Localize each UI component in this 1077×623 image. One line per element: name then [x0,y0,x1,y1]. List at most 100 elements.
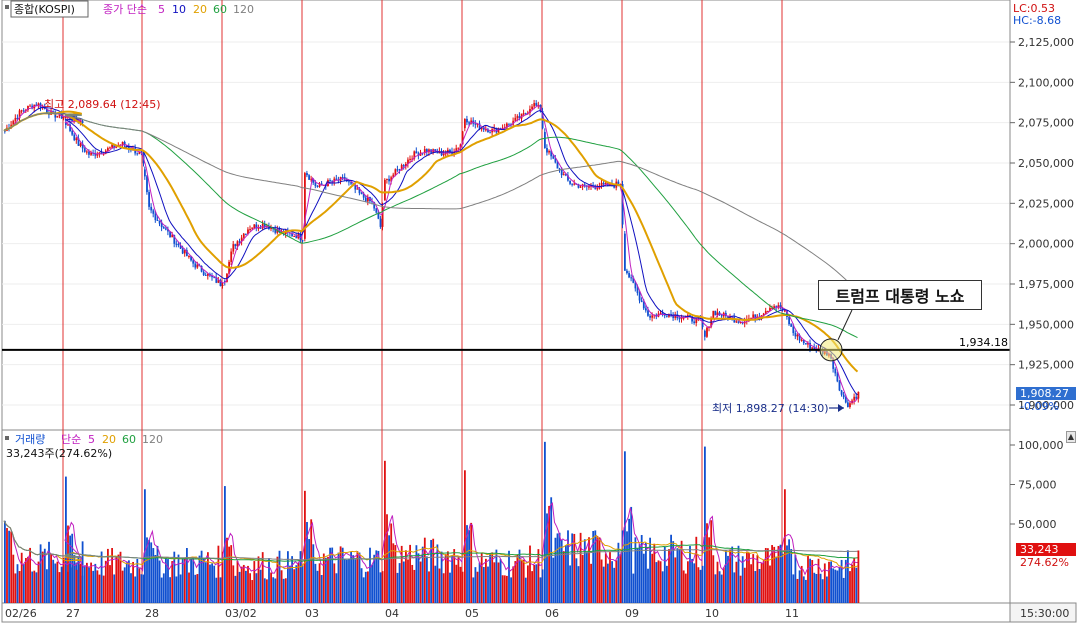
volume-bar [333,563,336,603]
candle-body [558,168,561,170]
volume-bar [847,550,849,603]
volume-bar [480,552,483,603]
candle-body [409,158,411,160]
candle-body [508,123,510,125]
volume-bar [158,560,161,603]
time-axis-label: 03/02 [225,607,257,620]
volume-bar [805,579,807,603]
volume-bar [615,560,618,603]
volume-bar [268,558,270,603]
volume-bar [735,561,738,603]
volume-bar [98,574,101,603]
volume-bar [821,579,824,603]
candle-body [735,321,738,323]
legend-marker-icon [5,5,9,9]
volume-bar [701,565,704,603]
price-axis: 2,125,000 2,100,000 2,075,000 2,050,000 2,02… [1009,0,1074,603]
volume-bar [663,546,666,603]
time-axis-label: 09 [625,607,639,620]
volume-bar [438,568,441,603]
volume-bar [293,569,296,603]
volume-bar [194,574,197,603]
volume-bar [684,573,687,603]
candle-body [588,186,590,188]
volume-bar [691,558,693,603]
volume-bar [533,564,536,603]
legend-volume-marker-icon [5,436,9,440]
candle-body [29,105,31,107]
volume-bar [531,571,533,603]
volume-bar [592,530,595,603]
candle-body [196,264,199,268]
candle-body [242,233,245,238]
volume-bar [136,558,139,603]
volume-bar [362,577,365,603]
volume-bar [501,575,504,603]
volume-bar [115,557,118,603]
candle-body [188,256,190,258]
volume-bar [325,557,327,603]
candle-body [556,162,559,169]
legend-volume-label: 단순 [61,433,81,446]
volume-bar [71,533,74,603]
volume-bar [358,552,361,603]
candle-body [22,110,25,112]
volume-bar [834,569,837,603]
time-axis-label: 10 [705,607,719,620]
volume-bar [35,572,38,603]
volume-bar [464,470,466,603]
volume-bar [253,561,256,603]
volume-bar [16,564,19,603]
candle-body [464,118,466,129]
volume-bar [318,563,321,603]
candle-body [857,391,860,399]
hc-label: HC:-8.68 [1013,14,1061,27]
volume-bar [798,570,801,603]
high-annotation: 최고 2,089.64 (12:45) [44,98,161,111]
volume-bar [148,539,150,603]
volume-bar [802,576,805,603]
volume-bar [90,562,92,603]
legend-price-ma120: 120 [233,3,254,16]
volume-bar [676,548,679,603]
volume-bar [682,570,685,603]
candle-body [37,103,40,106]
volume-bar [790,549,793,603]
volume-bar [461,571,464,603]
candle-body [415,151,418,154]
volume-bar [716,561,719,603]
candle-body [693,321,696,323]
volume-bar [693,563,696,603]
panel-scroll-up-button[interactable]: ▲ [1066,431,1076,443]
candle-body [784,310,786,312]
candle-body [800,339,803,341]
candle-body [838,381,841,391]
volume-bar [611,561,613,603]
volume-bar [417,553,420,603]
volume-bar [750,564,752,603]
candle-body [853,396,856,401]
candle-body [64,116,67,118]
volume-bar [598,537,601,603]
volume-bar [96,570,99,603]
volume-bar [657,560,660,603]
volume-bar [575,558,578,603]
volume-bar [392,543,395,603]
volume-bar [794,555,797,603]
candle-body [737,321,740,323]
volume-bar [354,559,357,603]
candle-body [474,123,477,125]
candle-body [516,116,519,118]
volume-bar [104,560,107,603]
volume-bar [94,563,97,603]
volume-bar [539,577,542,603]
volume-bar [720,574,723,603]
volume-bar [402,561,405,603]
candle-body [221,284,224,286]
volume-bar [474,567,477,603]
volume-bar [647,568,649,603]
volume-bar [485,558,487,603]
candle-body [752,314,755,318]
volume-bar [179,574,182,603]
volume-bar [238,571,241,603]
